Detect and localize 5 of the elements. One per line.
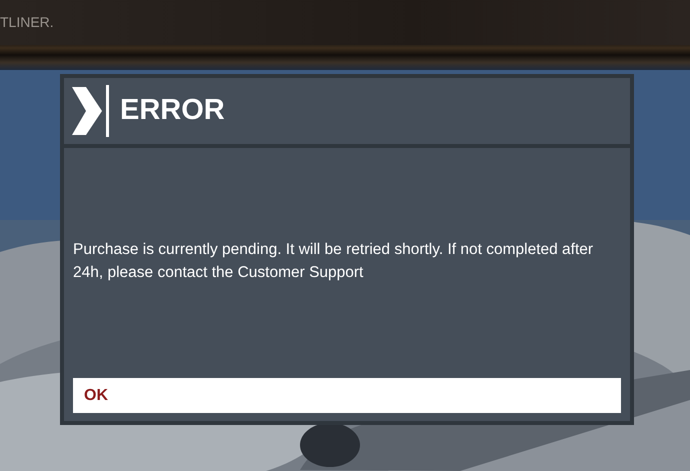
chevron-icon <box>72 85 110 137</box>
app-title: TLINER. <box>0 13 54 32</box>
ok-button[interactable]: OK <box>73 378 621 413</box>
dialog-title: ERROR <box>120 93 225 128</box>
message-text: Purchase is currently pending. It will be retried shortly. If not completed after 24h, please contact the Customer Support <box>73 240 594 283</box>
